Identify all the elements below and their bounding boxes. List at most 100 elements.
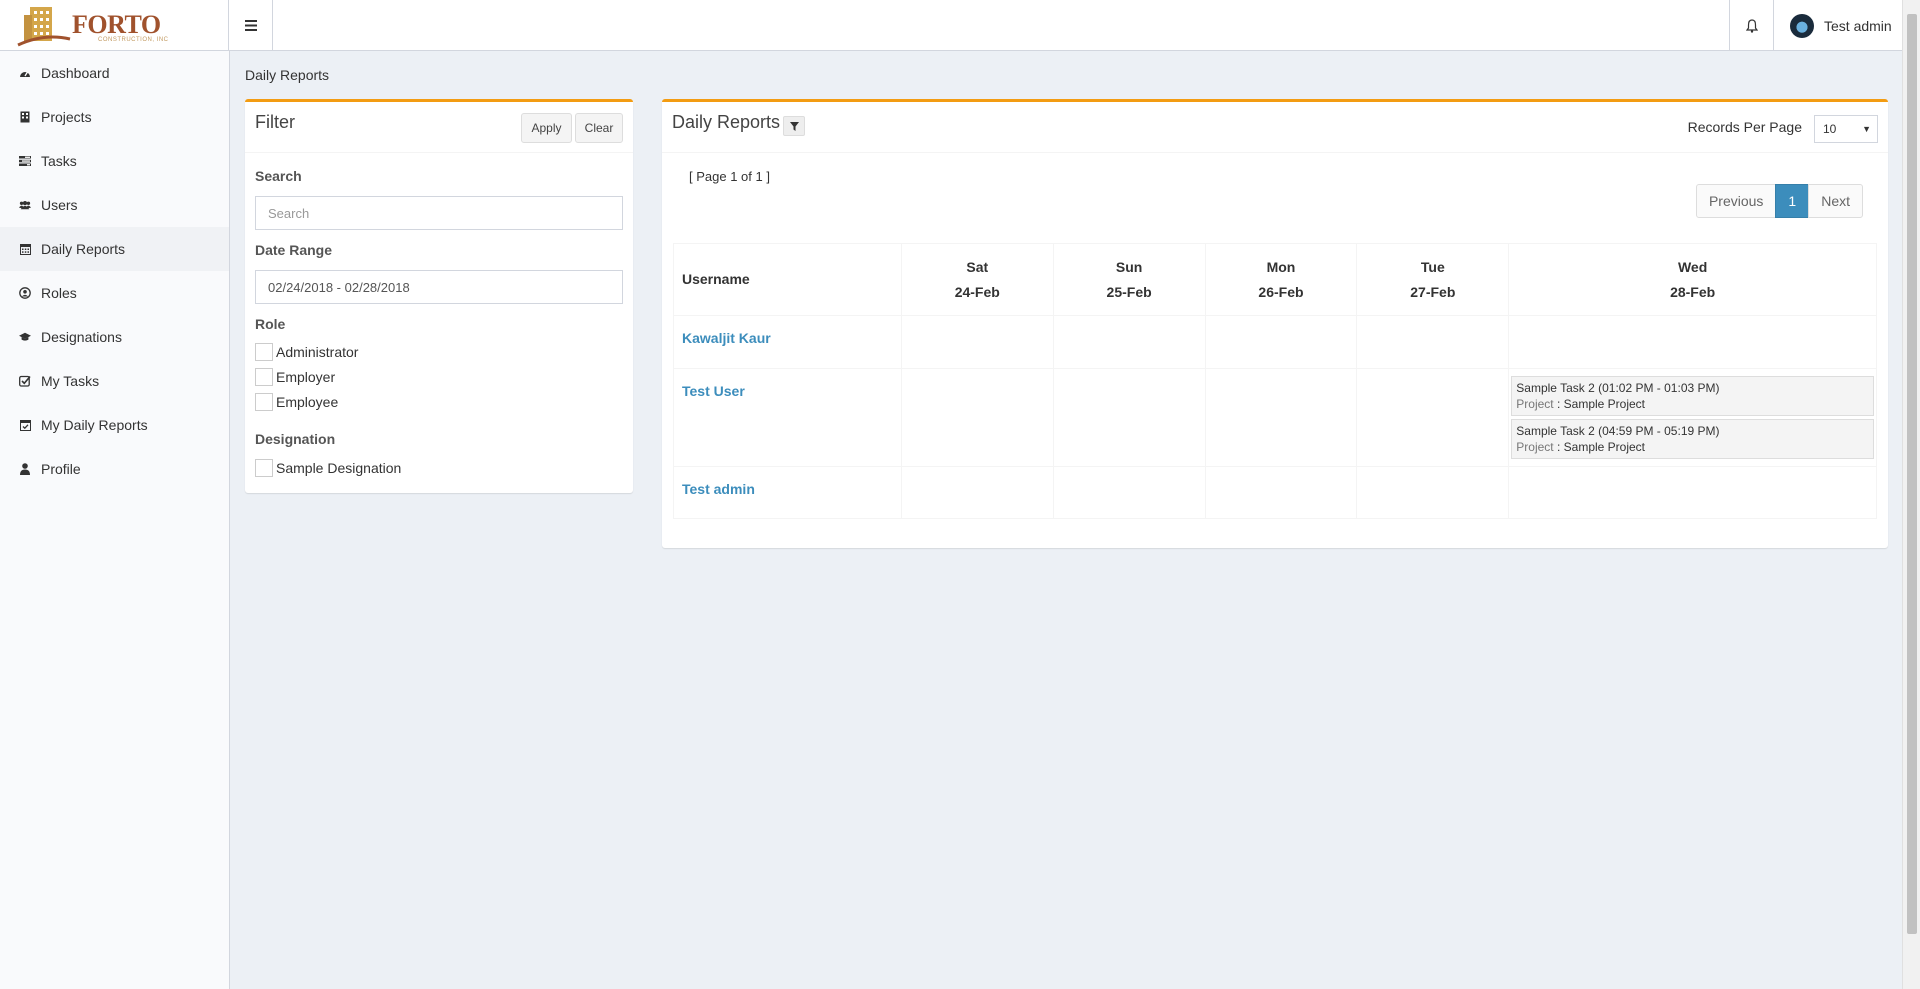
table-row: Test admin (673, 466, 1877, 519)
sidebar-item-label: Tasks (41, 153, 77, 169)
page-scrollbar[interactable] (1902, 0, 1920, 989)
calendar-check-icon (19, 419, 31, 431)
task-name: Sample Task 2 (1516, 424, 1595, 438)
designation-checkbox-sample[interactable]: Sample Designation (255, 459, 401, 477)
hamburger-icon (244, 20, 257, 31)
report-cell (1052, 315, 1206, 369)
sidebar-item-designations[interactable]: Designations (0, 315, 229, 359)
sidebar-item-label: Daily Reports (41, 241, 126, 257)
sidebar-item-my-daily-reports[interactable]: My Daily Reports (0, 403, 229, 447)
column-header-tue: Tue 27-Feb (1356, 243, 1510, 316)
sidebar-item-label: Projects (41, 109, 92, 125)
user-menu[interactable]: Test admin (1773, 0, 1902, 51)
reports-table: Username Sat 24-Feb Sun 25-Feb Mon 26-Feb T… (673, 243, 1877, 519)
dashboard-icon (19, 67, 31, 79)
username-link[interactable]: Test admin (673, 466, 902, 519)
user-icon (19, 463, 31, 475)
notifications-button[interactable] (1729, 0, 1773, 51)
date-range-input[interactable]: 02/24/2018 - 02/28/2018 (255, 270, 623, 304)
sidebar-item-my-tasks[interactable]: My Tasks (0, 359, 229, 403)
role-checkbox-employee[interactable]: Employee (255, 393, 338, 411)
username-link[interactable]: Kawaljit Kaur (673, 315, 902, 369)
role-checkbox-administrator[interactable]: Administrator (255, 343, 358, 361)
next-page-button[interactable]: Next (1808, 184, 1863, 218)
funnel-icon (789, 121, 799, 131)
brand-tagline: CONSTRUCTION, INC (98, 37, 169, 43)
page-1-button[interactable]: 1 (1775, 184, 1810, 218)
task-name: Sample Task 2 (1516, 381, 1595, 395)
building-logo-icon (17, 7, 71, 47)
column-header-mon: Mon 26-Feb (1204, 243, 1358, 316)
reports-header: Daily Reports Records Per Page 10 ▼ (662, 102, 1888, 153)
top-header: FORTO CONSTRUCTION, INC Test admin (0, 0, 1902, 51)
project-label: Project (1516, 440, 1554, 454)
checkbox[interactable] (255, 393, 273, 411)
search-label: Search (255, 168, 302, 184)
checkbox[interactable] (255, 343, 273, 361)
users-icon (19, 199, 31, 211)
sidebar-item-label: Users (41, 197, 78, 213)
report-cell (1356, 466, 1510, 519)
report-cell (900, 368, 1054, 467)
column-header-username: Username (673, 243, 902, 316)
sidebar-toggle-button[interactable] (229, 0, 273, 51)
report-cell (1204, 368, 1358, 467)
report-cell (1204, 315, 1358, 369)
sidebar-item-projects[interactable]: Projects (0, 95, 229, 139)
check-square-icon (19, 375, 31, 387)
caret-down-icon: ▼ (1862, 124, 1871, 134)
building-icon (19, 111, 31, 123)
records-per-page-select[interactable]: 10 ▼ (1814, 115, 1878, 143)
pagination: Previous 1 Next (1695, 184, 1863, 218)
search-input[interactable] (255, 196, 623, 230)
page-info: [ Page 1 of 1 ] (689, 169, 770, 184)
sidebar-item-label: Designations (41, 329, 122, 345)
sidebar-item-dashboard[interactable]: Dashboard (0, 51, 229, 95)
brand-name: FORTO (72, 10, 161, 39)
reports-title: Daily Reports (672, 112, 781, 132)
report-cell (1356, 315, 1510, 369)
report-cell (900, 315, 1054, 369)
sidebar-item-users[interactable]: Users (0, 183, 229, 227)
sidebar-item-label: My Tasks (41, 373, 100, 389)
report-cell (1508, 315, 1877, 369)
calendar-icon (19, 243, 31, 255)
checkbox[interactable] (255, 368, 273, 386)
task-entry[interactable]: Sample Task 2 (04:59 PM - 05:19 PM) Proj… (1511, 419, 1874, 459)
sidebar-item-daily-reports[interactable]: Daily Reports (0, 227, 229, 271)
role-checkbox-employer[interactable]: Employer (255, 368, 335, 386)
column-header-sat: Sat 24-Feb (900, 243, 1054, 316)
checkbox[interactable] (255, 459, 273, 477)
checkbox-label: Employer (276, 369, 336, 385)
username-link[interactable]: Test User (673, 368, 902, 467)
project-label: Project (1516, 397, 1554, 411)
brand-logo[interactable]: FORTO CONSTRUCTION, INC (0, 0, 229, 51)
previous-page-button[interactable]: Previous (1695, 184, 1777, 218)
sidebar-item-label: My Daily Reports (41, 417, 148, 433)
apply-button[interactable]: Apply (521, 113, 572, 143)
table-header-row: Username Sat 24-Feb Sun 25-Feb Mon 26-Feb T… (673, 243, 1877, 316)
sidebar-item-profile[interactable]: Profile (0, 447, 229, 491)
user-circle-icon (19, 287, 31, 299)
role-label: Role (255, 316, 286, 332)
filter-header: Filter Apply Clear (245, 102, 633, 153)
sidebar-item-tasks[interactable]: Tasks (0, 139, 229, 183)
task-entry[interactable]: Sample Task 2 (01:02 PM - 01:03 PM) Proj… (1511, 376, 1874, 416)
checkbox-label: Sample Designation (276, 460, 402, 476)
task-time: (04:59 PM - 05:19 PM) (1598, 424, 1720, 438)
bell-icon (1745, 18, 1758, 33)
graduation-cap-icon (19, 331, 31, 343)
report-cell (1508, 466, 1877, 519)
scrollbar-thumb[interactable] (1907, 14, 1917, 934)
table-row: Test User Sample Task 2 (01:02 PM - 01:0… (673, 368, 1877, 467)
project-name: Sample Project (1563, 397, 1646, 411)
sidebar: Dashboard Projects Tasks Users Daily Rep… (0, 51, 230, 989)
task-time: (01:02 PM - 01:03 PM) (1598, 381, 1720, 395)
report-cell (1052, 368, 1206, 467)
filter-toggle-button[interactable] (783, 116, 805, 136)
clear-button[interactable]: Clear (575, 113, 623, 143)
table-row: Kawaljit Kaur (673, 315, 1877, 369)
sidebar-item-roles[interactable]: Roles (0, 271, 229, 315)
tasks-icon (19, 155, 31, 167)
page-title: Daily Reports (245, 67, 330, 83)
